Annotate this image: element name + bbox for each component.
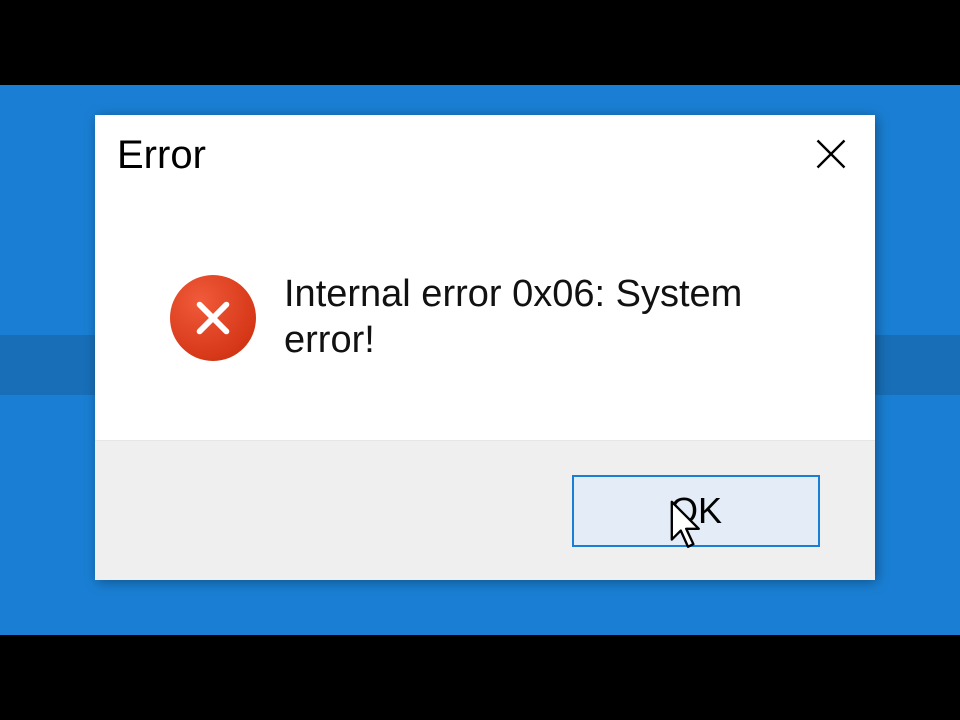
close-icon (813, 136, 849, 175)
error-dialog: Error Internal error 0x06: System error!… (95, 115, 875, 580)
error-message: Internal error 0x06: System error! (284, 272, 825, 363)
error-icon (170, 275, 256, 361)
close-button[interactable] (805, 129, 857, 181)
dialog-footer: OK (95, 440, 875, 580)
dialog-title: Error (117, 133, 206, 178)
ok-button-label: OK (670, 490, 722, 532)
dialog-body: Internal error 0x06: System error! (95, 195, 875, 440)
dialog-titlebar[interactable]: Error (95, 115, 875, 195)
ok-button[interactable]: OK (572, 475, 820, 547)
